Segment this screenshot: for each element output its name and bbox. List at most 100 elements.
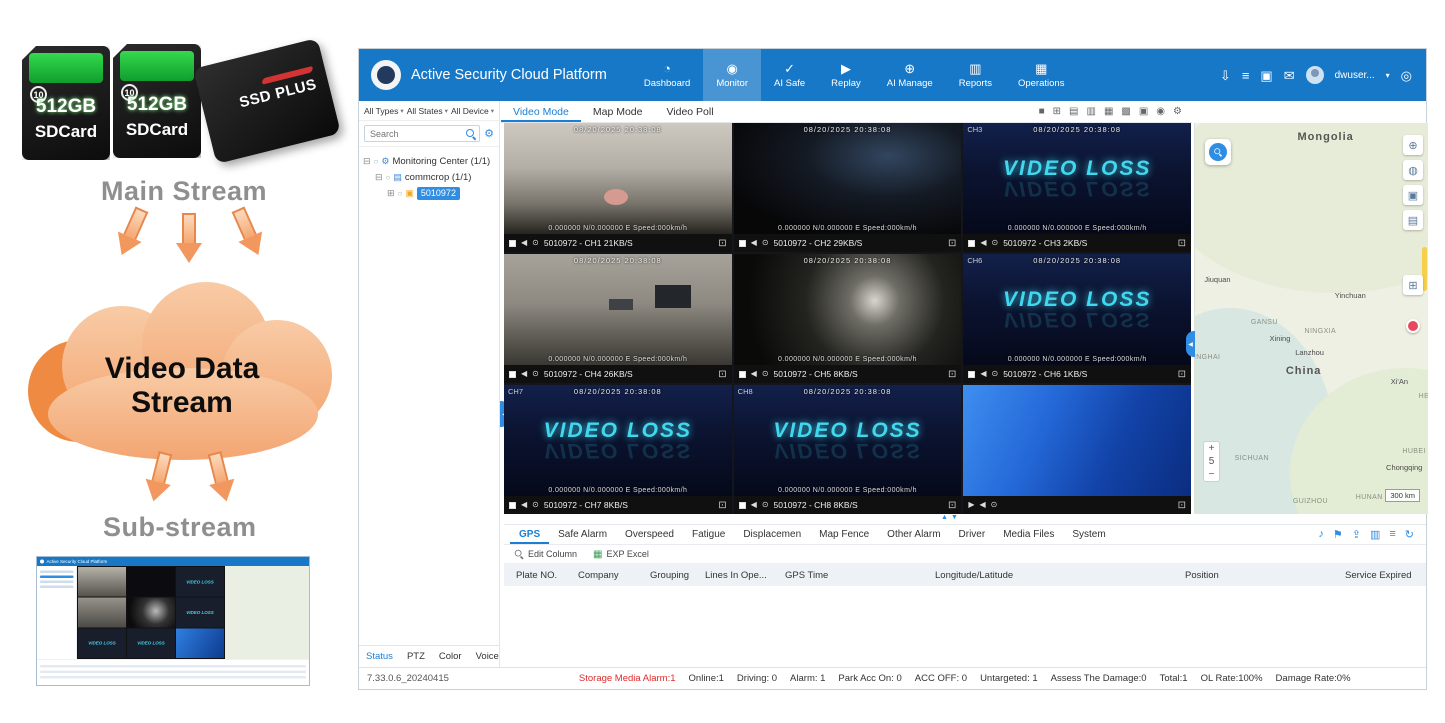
speaker-icon[interactable]: ◀ bbox=[979, 501, 985, 509]
exp-excel-button[interactable]: ▦EXP Excel bbox=[593, 549, 649, 560]
traffic-icon[interactable]: ▣ bbox=[1403, 185, 1423, 205]
expand-icon[interactable]: ⊞ bbox=[387, 188, 395, 199]
layout-6-icon[interactable]: ▤ bbox=[1069, 106, 1078, 117]
fullscreen-icon[interactable]: ⊡ bbox=[1178, 238, 1186, 249]
fullscreen-icon[interactable]: ⊡ bbox=[1178, 369, 1186, 380]
layout-custom-icon[interactable]: ▣ bbox=[1139, 106, 1148, 117]
filter-types[interactable]: All Types▾ bbox=[364, 106, 404, 116]
select-checkbox[interactable] bbox=[968, 240, 975, 247]
speaker-icon[interactable]: ◀ bbox=[751, 239, 757, 247]
select-checkbox[interactable] bbox=[509, 240, 516, 247]
search-input[interactable] bbox=[364, 125, 480, 142]
refresh-icon[interactable]: ↻ bbox=[1405, 528, 1414, 541]
col-grouping[interactable]: Grouping bbox=[650, 570, 705, 581]
col-plate-no[interactable]: Plate NO. bbox=[516, 570, 578, 581]
collapse-icon[interactable]: ⊟ bbox=[363, 156, 371, 167]
video-cell-ch5[interactable]: 08/20/2025 20:38:08 0.000000 N/0.000000 … bbox=[734, 254, 962, 383]
col-gps-time[interactable]: GPS Time bbox=[785, 570, 935, 581]
zoom-control[interactable]: + 5 − bbox=[1203, 441, 1220, 482]
search-icon[interactable] bbox=[466, 129, 476, 139]
tab-video-poll[interactable]: Video Poll bbox=[654, 101, 725, 122]
tab-map-mode[interactable]: Map Mode bbox=[581, 101, 655, 122]
camera-icon[interactable]: ⊙ bbox=[532, 239, 539, 247]
tab-ptz[interactable]: PTZ bbox=[400, 651, 432, 662]
menu-icon[interactable]: ≡ bbox=[1242, 69, 1250, 82]
panel-resize-arrows[interactable]: ▲ ▼ bbox=[941, 514, 958, 521]
tab-media-files[interactable]: Media Files bbox=[994, 525, 1063, 544]
speaker-icon[interactable]: ◀ bbox=[521, 370, 527, 378]
nav-dashboard[interactable]: ◔Dashboard bbox=[631, 49, 703, 101]
zoom-out-button[interactable]: − bbox=[1209, 468, 1215, 481]
settings-icon[interactable]: ⚙ bbox=[1173, 106, 1182, 117]
camera-icon[interactable]: ⊙ bbox=[532, 370, 539, 378]
nav-monitor[interactable]: ◉Monitor bbox=[703, 49, 761, 101]
tab-gps[interactable]: GPS bbox=[510, 525, 549, 544]
map-panel[interactable]: Mongolia China Jiuquan Yinchuan Xining L… bbox=[1194, 123, 1428, 514]
zoom-in-button[interactable]: + bbox=[1209, 442, 1215, 455]
selected-device[interactable]: 5010972 bbox=[417, 187, 460, 200]
caret-down-icon[interactable]: ▾ bbox=[1386, 71, 1390, 80]
tree-node-monitoring-center[interactable]: ⊟ ○ ⚙ Monitoring Center (1/1) bbox=[363, 153, 495, 169]
vehicle-marker[interactable] bbox=[1406, 319, 1420, 333]
radio-icon[interactable]: ○ bbox=[374, 157, 379, 166]
video-cell-ch6[interactable]: CH6 08/20/2025 20:38:08 VIDEO LOSSVIDEO … bbox=[963, 254, 1191, 383]
select-checkbox[interactable] bbox=[739, 240, 746, 247]
fullscreen-icon[interactable]: ⊡ bbox=[718, 369, 726, 380]
camera-icon[interactable]: ⊙ bbox=[991, 370, 998, 378]
flag-icon[interactable]: ⚑ bbox=[1333, 528, 1343, 541]
tab-displacement[interactable]: Displacemen bbox=[734, 525, 810, 544]
user-name[interactable]: dwuser... bbox=[1335, 70, 1375, 81]
select-checkbox[interactable] bbox=[968, 371, 975, 378]
col-company[interactable]: Company bbox=[578, 570, 650, 581]
list-icon[interactable]: ≡ bbox=[1389, 528, 1395, 541]
video-cell-ch3[interactable]: CH3 08/20/2025 20:38:08 VIDEO LOSSVIDEO … bbox=[963, 123, 1191, 252]
speaker-icon[interactable]: ◀ bbox=[980, 239, 986, 247]
export-icon[interactable]: ⇪ bbox=[1352, 528, 1361, 541]
video-cell-ch8[interactable]: CH8 08/20/2025 20:38:08 VIDEO LOSSVIDEO … bbox=[734, 385, 962, 514]
video-cell-empty[interactable]: ▶ ◀ ⊙ ⊡ bbox=[963, 385, 1191, 514]
radio-icon[interactable]: ○ bbox=[386, 173, 391, 182]
filter-device[interactable]: All Device▾ bbox=[451, 106, 494, 116]
select-checkbox[interactable] bbox=[509, 502, 516, 509]
tab-safe-alarm[interactable]: Safe Alarm bbox=[549, 525, 616, 544]
video-cell-ch7[interactable]: CH7 08/20/2025 20:38:08 VIDEO LOSSVIDEO … bbox=[504, 385, 732, 514]
speaker-icon[interactable]: ◀ bbox=[521, 501, 527, 509]
tree-node-device[interactable]: ⊞ ○ ▣ 5010972 bbox=[363, 185, 495, 201]
layout-1-icon[interactable]: ■ bbox=[1039, 106, 1045, 117]
layout-4-icon[interactable]: ⊞ bbox=[1053, 106, 1061, 117]
select-checkbox[interactable] bbox=[739, 371, 746, 378]
mute-alarm-icon[interactable]: ♪ bbox=[1318, 528, 1324, 541]
nav-reports[interactable]: ▥Reports bbox=[946, 49, 1005, 101]
tab-system[interactable]: System bbox=[1063, 525, 1114, 544]
power-icon[interactable]: ◎ bbox=[1401, 69, 1412, 82]
video-cell-ch2[interactable]: 08/20/2025 20:38:08 0.000000 N/0.000000 … bbox=[734, 123, 962, 252]
tab-status[interactable]: Status bbox=[359, 651, 400, 662]
fullscreen-icon[interactable]: ⊡ bbox=[948, 500, 956, 511]
camera-icon[interactable]: ⊙ bbox=[762, 501, 769, 509]
map-search-button[interactable] bbox=[1205, 139, 1231, 165]
map-grid-icon[interactable]: ⊞ bbox=[1403, 275, 1423, 295]
tab-fatigue[interactable]: Fatigue bbox=[683, 525, 734, 544]
collapse-icon[interactable]: ⊟ bbox=[375, 172, 383, 183]
speaker-icon[interactable]: ◀ bbox=[521, 239, 527, 247]
video-cell-ch4[interactable]: 08/20/2025 20:38:08 0.000000 N/0.000000 … bbox=[504, 254, 732, 383]
layout-8-icon[interactable]: ▥ bbox=[1086, 106, 1095, 117]
apps-icon[interactable]: ▣ bbox=[1260, 69, 1272, 82]
capture-all-icon[interactable]: ◉ bbox=[1156, 106, 1165, 117]
nav-ai-manage[interactable]: ⊕AI Manage bbox=[874, 49, 946, 101]
nav-ai-safe[interactable]: ✓AI Safe bbox=[761, 49, 818, 101]
camera-icon[interactable]: ⊙ bbox=[991, 501, 998, 509]
speaker-icon[interactable]: ◀ bbox=[751, 370, 757, 378]
fullscreen-icon[interactable]: ⊡ bbox=[1178, 500, 1186, 511]
camera-icon[interactable]: ⊙ bbox=[762, 239, 769, 247]
layers-icon[interactable]: ▤ bbox=[1403, 210, 1423, 230]
gear-icon[interactable]: ⚙ bbox=[484, 127, 494, 140]
filter-states[interactable]: All States▾ bbox=[407, 106, 448, 116]
tab-driver[interactable]: Driver bbox=[950, 525, 995, 544]
layout-16-icon[interactable]: ▩ bbox=[1121, 106, 1130, 117]
download-icon[interactable]: ⇩ bbox=[1220, 69, 1231, 82]
radio-icon[interactable]: ○ bbox=[398, 189, 403, 198]
layout-9-icon[interactable]: ▦ bbox=[1104, 106, 1113, 117]
play-icon[interactable]: ▶ bbox=[968, 501, 974, 509]
nav-replay[interactable]: ▶Replay bbox=[818, 49, 874, 101]
